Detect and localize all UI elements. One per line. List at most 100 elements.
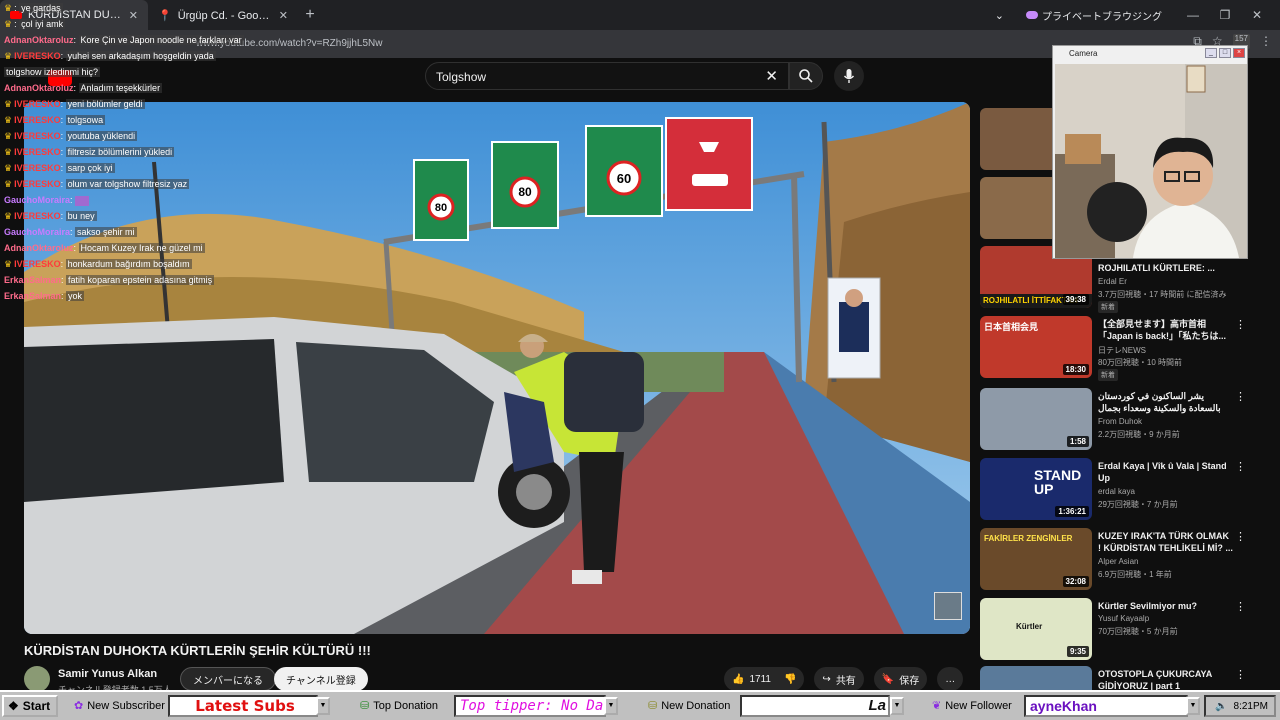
tab-list-chevron-icon[interactable]: ⌄ <box>995 9 1004 22</box>
search-input[interactable]: Tolgshow ✕ <box>425 62 789 90</box>
video-duration: 1:58 <box>1066 436 1089 447</box>
start-label: Start <box>22 699 51 713</box>
video-thumbnail[interactable]: STAND UP 1:36:21 <box>980 458 1092 520</box>
chat-message: ♛: çol iyi amk <box>4 19 66 29</box>
video-actions: 👍 1711 👎 ↪ 共有 🔖 保存 … <box>724 667 964 691</box>
close-tab-icon[interactable]: ✕ <box>279 9 288 22</box>
thumbnail-caption: STAND UP <box>1034 467 1082 497</box>
share-icon: ↪ <box>822 673 831 685</box>
more-actions-button[interactable]: … <box>937 667 964 691</box>
heart-icon: ❦ <box>932 700 942 712</box>
channel-avatar[interactable] <box>24 666 50 692</box>
video-title[interactable]: 【全部見せます】高市首相「Japan is back!」「私たちは... <box>1098 318 1234 342</box>
chat-message: ♛ IVERESKO: olum var tolgshow filtresiz y… <box>4 179 190 189</box>
start-button[interactable]: ❖ Start <box>2 695 58 717</box>
video-title[interactable]: ROJHILATLI KÜRTLERE: ... <box>1098 262 1234 274</box>
video-corner-thumbnail[interactable] <box>934 592 962 620</box>
chat-message: ♛ IVERESKO: bu ney <box>4 211 97 221</box>
channel-name[interactable]: erdal kaya <box>1098 487 1135 496</box>
channel-name[interactable]: Yusuf Kayaalp <box>1098 614 1149 623</box>
video-title[interactable]: Kürtler Sevilmiyor mu? <box>1098 600 1234 612</box>
video-thumbnail[interactable]: Kürtler 9:35 <box>980 598 1092 660</box>
alert-icon: ✿ <box>74 700 84 712</box>
like-button[interactable]: 👍 1711 👎 <box>724 667 805 691</box>
video-title[interactable]: Erdal Kaya | Vîk û Vala | Stand Up <box>1098 460 1234 484</box>
more-options-icon[interactable]: ⋮ <box>1235 460 1246 473</box>
system-clock[interactable]: 🔈 8:21PM <box>1204 695 1276 717</box>
latest-donation-text: La <box>868 697 886 714</box>
more-options-icon[interactable]: ⋮ <box>1235 390 1246 403</box>
recommended-video[interactable]: 1:58 يشر الساكنون في كوردستان بالسعادة و… <box>980 388 1260 450</box>
speed-sign-value: 80 <box>435 202 447 214</box>
video-meta: 2.2万回視聴・9 か月前 <box>1098 430 1180 439</box>
video-meta: 6.9万回視聴・1 年前 <box>1098 570 1172 579</box>
video-thumbnail[interactable]: FAKİRLER ZENGİNLER 32:08 <box>980 528 1092 590</box>
camera-window[interactable]: Camera _ □ × <box>1052 45 1248 259</box>
channel-name[interactable]: Erdal Er <box>1098 277 1127 286</box>
search-query: Tolgshow <box>436 70 487 84</box>
video-duration: 39:38 <box>1062 294 1089 305</box>
dropdown-arrow-icon[interactable]: ▼ <box>604 697 618 715</box>
camera-window-controls: _ □ × <box>1205 48 1245 58</box>
join-member-button[interactable]: メンバーになる <box>180 667 276 691</box>
dropdown-arrow-icon[interactable]: ▼ <box>316 697 330 715</box>
menu-dots-icon[interactable]: ⋮ <box>1260 34 1272 49</box>
minimize-icon[interactable]: _ <box>1205 48 1217 58</box>
more-options-icon[interactable]: ⋮ <box>1235 668 1246 681</box>
chat-message: ♛ IVERESKO: tolgsowa <box>4 115 106 125</box>
clear-search-icon[interactable]: ✕ <box>765 67 778 85</box>
chat-message: ♛ IVERESKO: sarp çok iyi <box>4 163 115 173</box>
subscribe-button[interactable]: チャンネル登録 <box>274 667 368 691</box>
channel-name[interactable]: Alper Asian <box>1098 557 1138 566</box>
recommended-video[interactable]: 日本首相会見 18:30 【全部見せます】高市首相「Japan is back!… <box>980 316 1260 381</box>
channel-name[interactable]: From Duhok <box>1098 417 1142 426</box>
close-icon[interactable]: × <box>1233 48 1245 58</box>
dropdown-arrow-icon[interactable]: ▼ <box>1186 697 1200 715</box>
chat-message: AdnanOktaroluz: Hocam Kuzey Irak ne güze… <box>4 243 205 253</box>
new-follower-alert[interactable]: ❦ New Follower <box>932 699 1012 713</box>
maximize-icon[interactable]: □ <box>1219 48 1231 58</box>
top-donation-alert[interactable]: ⛁ Top Donation <box>360 699 438 713</box>
recommended-video[interactable]: FAKİRLER ZENGİNLER 32:08 KUZEY IRAK'TA T… <box>980 528 1260 590</box>
minimize-icon[interactable]: — <box>1184 8 1202 22</box>
save-button[interactable]: 🔖 保存 <box>873 667 928 691</box>
channel-name[interactable]: Samir Yunus Alkan <box>58 668 157 680</box>
video-meta: 3.7万回視聴・17 時間前 に配信済み <box>1098 290 1227 299</box>
new-subscriber-alert[interactable]: ✿ New Subscriber <box>74 699 165 713</box>
taskbar: ❖ Start ✿ New Subscriber Latest Subs ▼ ⛁… <box>0 690 1280 720</box>
recommended-video[interactable]: STAND UP 1:36:21 Erdal Kaya | Vîk û Vala… <box>980 458 1260 520</box>
video-title[interactable]: OTOSTOPLA ÇUKURCAYA GİDİYORUZ | part 1 <box>1098 668 1234 690</box>
video-thumbnail[interactable]: 1:58 <box>980 388 1092 450</box>
new-tab-plus-icon[interactable]: + <box>298 6 322 24</box>
thumbnail-caption: FAKİRLER ZENGİNLER <box>984 534 1073 543</box>
new-donation-alert[interactable]: ⛁ New Donation <box>648 699 730 713</box>
search-button[interactable] <box>789 62 823 90</box>
maximize-icon[interactable]: ❐ <box>1216 8 1234 22</box>
chat-message: ErkanSalman: fatih koparan epstein adası… <box>4 275 215 285</box>
chat-message: ♛ IVERESKO: yeni bölümler geldi <box>4 99 145 109</box>
more-options-icon[interactable]: ⋮ <box>1235 600 1246 613</box>
share-button[interactable]: ↪ 共有 <box>814 667 864 691</box>
dropdown-arrow-icon[interactable]: ▼ <box>890 697 904 715</box>
windows-logo-icon: ❖ <box>8 699 19 713</box>
video-title[interactable]: KUZEY IRAK'TA TÜRK OLMAK ! KÜRDİSTAN TEH… <box>1098 530 1234 554</box>
video-thumbnail[interactable]: 日本首相会見 18:30 <box>980 316 1092 378</box>
video-title[interactable]: يشر الساكنون في كوردستان بالسعادة والسكي… <box>1098 390 1234 414</box>
recommended-video[interactable]: OTOSTOPLA ÇUKURCAYA GİDİYORUZ | part 1 ⋮ <box>980 666 1260 690</box>
camera-titlebar[interactable]: Camera _ □ × <box>1053 46 1247 62</box>
chat-message: ♛ IVERESKO: youtuba yüklendi <box>4 131 138 141</box>
video-meta: 80万回視聴・10 時間前 <box>1098 358 1183 367</box>
voice-search-button[interactable] <box>834 61 864 91</box>
more-options-icon[interactable]: ⋮ <box>1235 530 1246 543</box>
private-browsing-badge[interactable]: プライベートブラウジング <box>1018 6 1170 25</box>
more-options-icon[interactable]: ⋮ <box>1235 318 1246 331</box>
camera-warning-sign <box>665 117 753 211</box>
recommended-video[interactable]: Kürtler 9:35 Kürtler Sevilmiyor mu? Yusu… <box>980 598 1260 660</box>
video-thumbnail[interactable] <box>980 666 1092 690</box>
new-badge: 新着 <box>1098 301 1118 313</box>
channel-name[interactable]: 日テレNEWS <box>1098 345 1146 356</box>
thumbnail-caption: Kürtler <box>1016 622 1043 631</box>
thumbs-down-icon[interactable]: 👎 <box>784 674 796 685</box>
private-label: プライベートブラウジング <box>1042 11 1162 23</box>
close-window-icon[interactable]: ✕ <box>1248 8 1266 22</box>
